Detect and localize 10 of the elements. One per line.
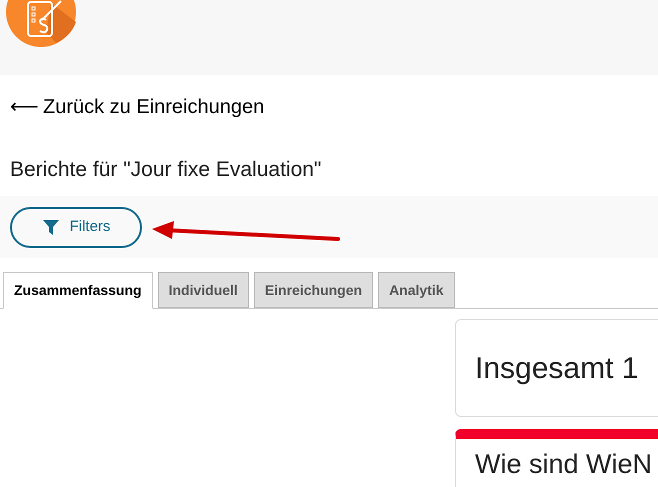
- tab[interactable]: Individuell: [158, 272, 249, 308]
- tab[interactable]: Analytik: [378, 272, 455, 308]
- back-link[interactable]: ⟵ Zurück zu Einreichungen: [10, 95, 648, 119]
- card-title: Wie sind WieN: [475, 449, 654, 479]
- page-title: Berichte für "Jour fixe Evaluation": [9, 157, 322, 183]
- tab[interactable]: Zusammenfassung: [3, 272, 153, 309]
- card-title: Insgesamt 1: [475, 350, 638, 386]
- filter-icon: [42, 218, 60, 236]
- tab[interactable]: Einreichungen: [254, 272, 374, 308]
- filter-button[interactable]: Filters: [10, 206, 142, 248]
